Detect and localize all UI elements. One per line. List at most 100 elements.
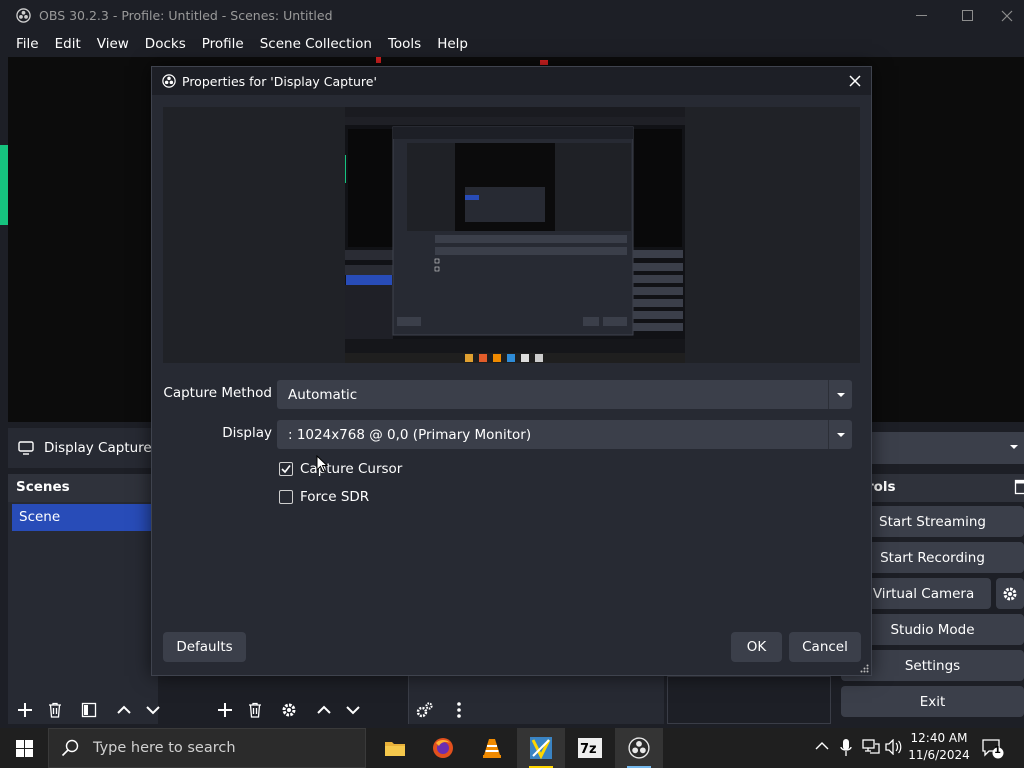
ok-button[interactable]: OK (731, 632, 782, 662)
remove-scene-button[interactable] (42, 697, 68, 723)
plus-icon (17, 702, 33, 718)
audio-settings-button[interactable] (412, 697, 438, 723)
dialog-close-button[interactable] (845, 71, 865, 91)
capture-cursor-option[interactable]: Capture Cursor (279, 460, 402, 478)
monitor-icon (18, 441, 34, 455)
add-scene-button[interactable] (12, 697, 38, 723)
taskbar-firefox[interactable] (419, 728, 467, 768)
close-button[interactable] (990, 0, 1024, 31)
recursive-capture-image (345, 107, 685, 363)
defaults-button[interactable]: Defaults (163, 632, 246, 662)
gears-icon (416, 702, 434, 718)
display-select[interactable]: : 1024x768 @ 0,0 (Primary Monitor) (277, 420, 852, 449)
start-button[interactable] (0, 728, 48, 768)
taskbar-kate[interactable] (517, 728, 565, 768)
taskbar-vlc[interactable] (468, 728, 516, 768)
taskbar-obs[interactable] (615, 728, 663, 768)
close-icon (849, 75, 861, 87)
dialog-titlebar: Properties for 'Display Capture' (152, 67, 871, 95)
windows-logo-icon (15, 739, 33, 757)
menu-view[interactable]: View (89, 36, 137, 52)
plus-icon (217, 702, 233, 718)
transitions-dock (667, 676, 831, 724)
taskbar-file-explorer[interactable] (371, 728, 419, 768)
virtual-camera-settings-button[interactable] (996, 578, 1024, 609)
display-label: Display (222, 425, 272, 441)
source-properties-button[interactable] (276, 697, 302, 723)
menu-tools[interactable]: Tools (380, 36, 429, 52)
folder-icon (384, 739, 406, 757)
minimize-button[interactable] (898, 0, 944, 31)
chevron-up-icon (116, 702, 132, 718)
capture-cursor-checkbox[interactable] (279, 462, 293, 476)
source-toolbar[interactable]: Display Capture (8, 428, 158, 468)
taskbar: Type here to search 7z 12:40 AM 11/6/202… (0, 728, 1024, 768)
properties-dialog: Properties for 'Display Capture' Capture… (151, 66, 872, 676)
capture-method-select[interactable]: Automatic (277, 380, 852, 409)
obs-logo-icon (16, 8, 31, 23)
force-sdr-option[interactable]: Force SDR (279, 488, 369, 506)
chevron-down-icon (828, 420, 852, 449)
force-sdr-label: Force SDR (300, 489, 370, 505)
taskbar-7zip[interactable]: 7z (566, 728, 614, 768)
menu-bar: File Edit View Docks Profile Scene Colle… (0, 31, 1024, 57)
menu-help[interactable]: Help (429, 36, 476, 52)
notification-count: 1 (994, 745, 1001, 756)
remove-source-button[interactable] (242, 697, 268, 723)
scenes-dock-title: Scenes (8, 474, 158, 502)
cancel-button[interactable]: Cancel (789, 632, 861, 662)
undock-icon[interactable] (1014, 479, 1024, 495)
menu-profile[interactable]: Profile (194, 36, 252, 52)
window-titlebar: OBS 30.2.3 - Profile: Untitled - Scenes:… (0, 0, 1024, 31)
menu-docks[interactable]: Docks (137, 36, 194, 52)
source-name: Display Capture (44, 440, 152, 456)
chevron-up-icon (316, 702, 332, 718)
menu-file[interactable]: File (8, 36, 47, 52)
move-source-up-button[interactable] (311, 697, 337, 723)
taskbar-clock[interactable]: 12:40 AM 11/6/2024 (908, 730, 970, 764)
gear-icon (1002, 586, 1018, 602)
capture-method-label: Capture Method (163, 385, 272, 401)
mixer-menu-button[interactable] (446, 697, 472, 723)
exit-button[interactable]: Exit (841, 686, 1024, 717)
move-scene-down-button[interactable] (140, 697, 166, 723)
chevron-down-icon (828, 380, 852, 409)
source-preview (163, 107, 860, 363)
chevron-down-icon (145, 702, 161, 718)
maximize-button[interactable] (944, 0, 990, 31)
menu-edit[interactable]: Edit (47, 36, 89, 52)
window-title: OBS 30.2.3 - Profile: Untitled - Scenes:… (39, 8, 333, 23)
show-hidden-icons-chevron-icon[interactable] (815, 741, 829, 751)
obs-logo-icon (162, 74, 176, 88)
scene-filters-button[interactable] (76, 697, 102, 723)
trash-icon (247, 702, 263, 718)
preview-marker (540, 60, 548, 65)
obs-logo-icon (628, 737, 650, 759)
move-scene-up-button[interactable] (111, 697, 137, 723)
scenes-dock: Scenes Scene (8, 474, 158, 724)
scene-list-item[interactable]: Scene (12, 504, 158, 531)
display-value: : 1024x768 @ 0,0 (Primary Monitor) (288, 426, 532, 443)
resize-grip-icon[interactable] (860, 664, 869, 673)
clock-date: 11/6/2024 (908, 748, 970, 762)
maximize-icon (961, 10, 973, 21)
firefox-icon (432, 737, 454, 759)
mouse-cursor-icon (316, 455, 328, 473)
network-icon[interactable] (862, 739, 880, 755)
close-icon (1001, 10, 1013, 22)
menu-scene-collection[interactable]: Scene Collection (252, 36, 380, 52)
microphone-icon[interactable] (840, 739, 852, 757)
force-sdr-checkbox[interactable] (279, 490, 293, 504)
taskbar-search-box[interactable]: Type here to search (48, 728, 366, 768)
preview-source-edge (0, 145, 8, 225)
vlc-cone-icon (482, 737, 502, 759)
gear-icon (281, 702, 297, 718)
checkmark-icon (281, 464, 291, 474)
add-source-button[interactable] (212, 697, 238, 723)
move-source-down-button[interactable] (340, 697, 366, 723)
capture-method-value: Automatic (288, 386, 358, 403)
search-placeholder: Type here to search (93, 740, 236, 756)
svg-text:7z: 7z (580, 742, 597, 757)
volume-icon[interactable] (885, 739, 903, 755)
source-select[interactable] (868, 432, 1024, 464)
